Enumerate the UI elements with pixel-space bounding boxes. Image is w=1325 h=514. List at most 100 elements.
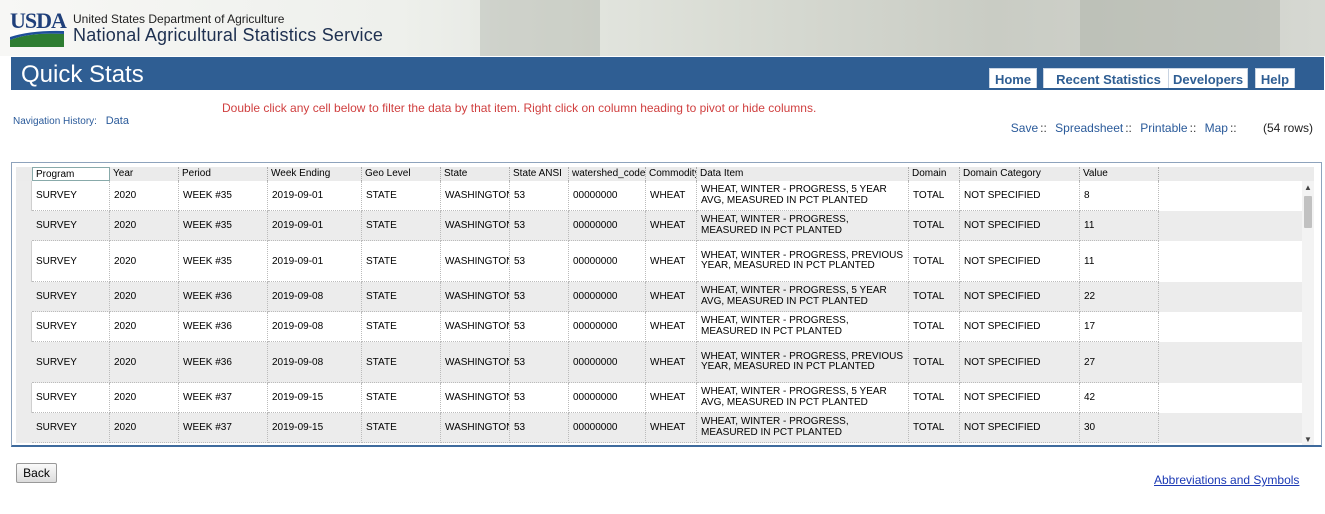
cell-domain-category[interactable]: NOT SPECIFIED: [960, 211, 1080, 241]
cell-domain[interactable]: TOTAL: [909, 413, 960, 443]
column-header-domain[interactable]: Domain: [909, 167, 960, 181]
cell-value[interactable]: 11: [1080, 211, 1159, 241]
cell-week-ending[interactable]: 2019-09-08: [268, 282, 362, 312]
cell-period[interactable]: WEEK #35: [179, 211, 268, 241]
cell-commodity[interactable]: WHEAT: [646, 241, 697, 282]
cell-domain-category[interactable]: NOT SPECIFIED: [960, 342, 1080, 383]
cell-program[interactable]: SURVEY: [32, 241, 110, 282]
cell-year[interactable]: 2020: [110, 383, 179, 413]
cell-year[interactable]: 2020: [110, 241, 179, 282]
cell-data-item[interactable]: WHEAT, WINTER - PROGRESS, 5 YEAR AVG, ME…: [697, 383, 909, 413]
cell-week-ending[interactable]: 2019-09-08: [268, 342, 362, 383]
cell-state[interactable]: WASHINGTON: [441, 241, 510, 282]
cell-domain-category[interactable]: NOT SPECIFIED: [960, 383, 1080, 413]
cell-week-ending[interactable]: 2019-09-08: [268, 312, 362, 342]
cell-state[interactable]: WASHINGTON: [441, 282, 510, 312]
cell-period[interactable]: WEEK #37: [179, 383, 268, 413]
cell-value[interactable]: 42: [1080, 383, 1159, 413]
column-header-commodity[interactable]: Commodity: [646, 167, 697, 181]
cell-data-item[interactable]: WHEAT, WINTER - PROGRESS, 5 YEAR AVG, ME…: [697, 181, 909, 211]
column-header-program[interactable]: Program: [32, 167, 110, 181]
cell-domain-category[interactable]: NOT SPECIFIED: [960, 282, 1080, 312]
cell-value[interactable]: 11: [1080, 241, 1159, 282]
cell-geo-level[interactable]: STATE: [362, 211, 441, 241]
column-header-year[interactable]: Year: [110, 167, 179, 181]
cell-year[interactable]: 2020: [110, 413, 179, 443]
cell-geo-level[interactable]: STATE: [362, 312, 441, 342]
cell-watershed-code[interactable]: 00000000: [569, 312, 646, 342]
cell-domain-category[interactable]: NOT SPECIFIED: [960, 312, 1080, 342]
cell-week-ending[interactable]: 2019-09-01: [268, 181, 362, 211]
cell-state-ansi[interactable]: 53: [510, 241, 569, 282]
column-header-state-ansi[interactable]: State ANSI: [510, 167, 569, 181]
map-link[interactable]: Map: [1205, 121, 1228, 135]
nav-recent-statistics-button[interactable]: Recent Statistics: [1043, 68, 1174, 88]
cell-program[interactable]: SURVEY: [32, 312, 110, 342]
grid-vertical-scrollbar[interactable]: ▲ ▼: [1302, 181, 1314, 445]
cell-domain[interactable]: TOTAL: [909, 181, 960, 211]
usda-logo[interactable]: USDA: [10, 8, 67, 48]
cell-year[interactable]: 2020: [110, 211, 179, 241]
cell-state-ansi[interactable]: 53: [510, 413, 569, 443]
cell-period[interactable]: WEEK #37: [179, 413, 268, 443]
spreadsheet-link[interactable]: Spreadsheet: [1055, 121, 1123, 135]
cell-program[interactable]: SURVEY: [32, 282, 110, 312]
cell-week-ending[interactable]: 2019-09-01: [268, 241, 362, 282]
cell-watershed-code[interactable]: 00000000: [569, 383, 646, 413]
scrollbar-thumb[interactable]: [1304, 196, 1312, 228]
cell-geo-level[interactable]: STATE: [362, 181, 441, 211]
cell-state[interactable]: WASHINGTON: [441, 181, 510, 211]
cell-state[interactable]: WASHINGTON: [441, 413, 510, 443]
cell-value[interactable]: 17: [1080, 312, 1159, 342]
abbreviations-and-symbols-link[interactable]: Abbreviations and Symbols: [1154, 473, 1299, 487]
column-header-period[interactable]: Period: [179, 167, 268, 181]
cell-watershed-code[interactable]: 00000000: [569, 181, 646, 211]
cell-state[interactable]: WASHINGTON: [441, 312, 510, 342]
cell-domain-category[interactable]: NOT SPECIFIED: [960, 181, 1080, 211]
cell-commodity[interactable]: WHEAT: [646, 383, 697, 413]
column-header-state[interactable]: State: [441, 167, 510, 181]
column-header-domain-category[interactable]: Domain Category: [960, 167, 1080, 181]
cell-program[interactable]: SURVEY: [32, 413, 110, 443]
cell-data-item[interactable]: WHEAT, WINTER - PROGRESS, PREVIOUS YEAR,…: [697, 241, 909, 282]
cell-program[interactable]: SURVEY: [32, 383, 110, 413]
cell-commodity[interactable]: WHEAT: [646, 413, 697, 443]
cell-year[interactable]: 2020: [110, 312, 179, 342]
cell-domain-category[interactable]: NOT SPECIFIED: [960, 241, 1080, 282]
cell-domain[interactable]: TOTAL: [909, 282, 960, 312]
column-header-geo-level[interactable]: Geo Level: [362, 167, 441, 181]
cell-domain[interactable]: TOTAL: [909, 211, 960, 241]
cell-commodity[interactable]: WHEAT: [646, 282, 697, 312]
cell-commodity[interactable]: WHEAT: [646, 342, 697, 383]
scroll-up-arrow-icon[interactable]: ▲: [1304, 183, 1312, 192]
nav-home-button[interactable]: Home: [989, 68, 1037, 88]
cell-domain[interactable]: TOTAL: [909, 241, 960, 282]
save-link[interactable]: Save: [1011, 121, 1038, 135]
cell-program[interactable]: SURVEY: [32, 211, 110, 241]
cell-watershed-code[interactable]: 00000000: [569, 211, 646, 241]
cell-week-ending[interactable]: 2019-09-01: [268, 211, 362, 241]
cell-value[interactable]: 22: [1080, 282, 1159, 312]
cell-domain[interactable]: TOTAL: [909, 312, 960, 342]
cell-period[interactable]: WEEK #36: [179, 282, 268, 312]
cell-commodity[interactable]: WHEAT: [646, 312, 697, 342]
cell-state[interactable]: WASHINGTON: [441, 342, 510, 383]
cell-state-ansi[interactable]: 53: [510, 342, 569, 383]
cell-program[interactable]: SURVEY: [32, 181, 110, 211]
cell-geo-level[interactable]: STATE: [362, 383, 441, 413]
cell-data-item[interactable]: WHEAT, WINTER - PROGRESS, 5 YEAR AVG, ME…: [697, 282, 909, 312]
cell-state-ansi[interactable]: 53: [510, 211, 569, 241]
cell-watershed-code[interactable]: 00000000: [569, 342, 646, 383]
cell-commodity[interactable]: WHEAT: [646, 211, 697, 241]
cell-geo-level[interactable]: STATE: [362, 342, 441, 383]
cell-domain[interactable]: TOTAL: [909, 342, 960, 383]
cell-watershed-code[interactable]: 00000000: [569, 241, 646, 282]
cell-year[interactable]: 2020: [110, 181, 179, 211]
cell-week-ending[interactable]: 2019-09-15: [268, 383, 362, 413]
cell-data-item[interactable]: WHEAT, WINTER - PROGRESS, MEASURED IN PC…: [697, 413, 909, 443]
scroll-down-arrow-icon[interactable]: ▼: [1304, 435, 1312, 444]
cell-domain-category[interactable]: NOT SPECIFIED: [960, 413, 1080, 443]
cell-period[interactable]: WEEK #35: [179, 181, 268, 211]
cell-week-ending[interactable]: 2019-09-15: [268, 413, 362, 443]
cell-state-ansi[interactable]: 53: [510, 282, 569, 312]
